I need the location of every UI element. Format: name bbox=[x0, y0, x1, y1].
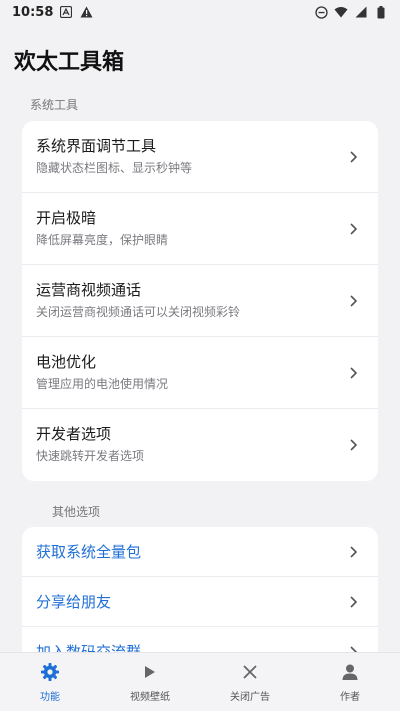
list-item-subtitle: 快速跳转开发者选项 bbox=[36, 449, 145, 463]
status-bar-right bbox=[314, 5, 388, 19]
signal-icon bbox=[354, 5, 368, 19]
list-item-title: 开启极暗 bbox=[36, 209, 97, 227]
status-bar: 10:58 bbox=[0, 0, 400, 24]
tab-label: 视频壁纸 bbox=[130, 691, 170, 703]
warning-icon bbox=[79, 5, 93, 19]
list-item-get-full-package[interactable]: 获取系统全量包 bbox=[22, 527, 378, 577]
tab-close-ads[interactable]: 关闭广告 bbox=[200, 653, 300, 711]
close-icon bbox=[240, 662, 260, 682]
tab-label: 功能 bbox=[40, 691, 60, 703]
tab-label: 关闭广告 bbox=[230, 691, 270, 703]
notification-a-icon bbox=[59, 5, 73, 19]
gear-icon bbox=[40, 662, 60, 682]
status-time: 10:58 bbox=[12, 4, 54, 20]
list-item-system-ui-tuner[interactable]: 系统界面调节工具 隐藏状态栏图标、显示秒钟等 bbox=[22, 121, 378, 193]
chevron-right-icon bbox=[350, 366, 358, 379]
chevron-right-icon bbox=[350, 439, 358, 451]
tab-features[interactable]: 功能 bbox=[0, 653, 100, 711]
list-item-subtitle: 降低屏幕亮度，保护眼睛 bbox=[36, 233, 169, 247]
list-item-title: 开发者选项 bbox=[36, 425, 112, 443]
list-item-carrier-video-call[interactable]: 运营商视频通话 关闭运营商视频通话可以关闭视频彩铃 bbox=[22, 265, 378, 337]
page-title: 欢太工具箱 bbox=[14, 50, 125, 75]
play-icon bbox=[140, 662, 160, 682]
battery-icon bbox=[374, 5, 388, 19]
dnd-icon bbox=[314, 5, 328, 19]
chevron-right-icon bbox=[350, 222, 358, 235]
list-item-developer-options[interactable]: 开发者选项 快速跳转开发者选项 bbox=[22, 409, 378, 481]
list-item-title: 电池优化 bbox=[36, 353, 97, 371]
status-bar-left: 10:58 bbox=[12, 5, 93, 20]
chevron-right-icon bbox=[350, 294, 358, 307]
list-item-share-with-friends[interactable]: 分享给朋友 bbox=[22, 577, 378, 627]
list-item-subtitle: 管理应用的电池使用情况 bbox=[36, 377, 169, 391]
chevron-right-icon bbox=[350, 150, 358, 163]
list-item-title: 分享给朋友 bbox=[36, 592, 112, 611]
system-tools-card: 系统界面调节工具 隐藏状态栏图标、显示秒钟等 开启极暗 降低屏幕亮度，保护眼睛 … bbox=[22, 121, 378, 481]
tab-label: 作者 bbox=[340, 691, 360, 703]
chevron-right-icon bbox=[350, 595, 358, 608]
wifi-icon bbox=[334, 5, 348, 19]
list-item-battery-optimization[interactable]: 电池优化 管理应用的电池使用情况 bbox=[22, 337, 378, 409]
section-label-other: 其他选项 bbox=[52, 505, 101, 519]
person-icon bbox=[340, 662, 360, 682]
list-item-title: 获取系统全量包 bbox=[36, 542, 142, 561]
tab-author[interactable]: 作者 bbox=[300, 653, 400, 711]
bottom-navigation: 功能 视频壁纸 关闭广告 作者 bbox=[0, 652, 400, 711]
chevron-right-icon bbox=[350, 545, 358, 558]
list-item-subtitle: 隐藏状态栏图标、显示秒钟等 bbox=[36, 161, 193, 175]
section-label-system: 系统工具 bbox=[30, 98, 79, 112]
list-item-title: 运营商视频通话 bbox=[36, 281, 142, 299]
list-item-subtitle: 关闭运营商视频通话可以关闭视频彩铃 bbox=[36, 305, 241, 319]
list-item-title: 系统界面调节工具 bbox=[36, 137, 157, 155]
tab-video-wallpaper[interactable]: 视频壁纸 bbox=[100, 653, 200, 711]
list-item-extra-dim[interactable]: 开启极暗 降低屏幕亮度，保护眼睛 bbox=[22, 193, 378, 265]
